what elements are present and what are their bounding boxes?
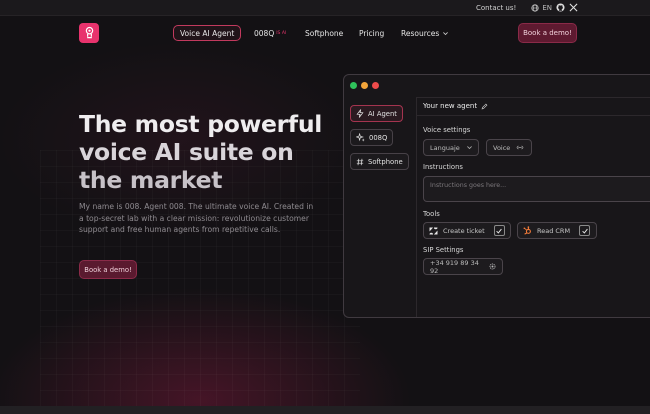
nav-resources[interactable]: Resources <box>401 25 449 41</box>
hero-title-line: voice AI suite on <box>79 138 294 166</box>
settings-icon <box>489 263 496 270</box>
x-icon[interactable] <box>569 3 578 12</box>
globe-icon <box>530 3 539 12</box>
chevron-down-icon <box>442 30 449 37</box>
contact-link[interactable]: Contact us! <box>476 4 516 12</box>
tool-label: Create ticket <box>443 226 485 235</box>
tool-read-crm[interactable]: Read CRM <box>517 222 597 239</box>
language-select-value: Languaje <box>430 143 460 152</box>
hero-title-line: the market <box>79 166 223 194</box>
nav-008q[interactable]: 008Q IS AI <box>254 25 286 41</box>
brand-logo[interactable] <box>79 23 99 43</box>
sip-settings-label: SIP Settings <box>423 246 464 254</box>
app-window: AI Agent 008Q Softphone Your new agent V… <box>343 74 650 318</box>
nav-softphone[interactable]: Softphone <box>305 25 343 41</box>
tool-checkbox[interactable] <box>579 225 591 236</box>
chevron-down-icon <box>466 144 473 151</box>
lightning-icon <box>356 109 364 118</box>
tool-checkbox[interactable] <box>493 225 505 236</box>
nav-label: Voice AI Agent <box>180 28 235 38</box>
voice-select[interactable]: Voice <box>486 139 532 156</box>
agent-title-label: Your new agent <box>423 102 478 110</box>
hero-subtitle: My name is 008. Agent 008. The ultimate … <box>79 202 314 235</box>
sidebar-item-softphone[interactable]: Softphone <box>350 153 409 170</box>
nav-badge: IS AI <box>276 30 287 36</box>
bottom-strip <box>0 406 650 414</box>
github-icon[interactable] <box>556 3 565 12</box>
agent-name[interactable]: Your new agent <box>423 102 488 110</box>
divider <box>417 115 650 116</box>
nav-book-demo-button[interactable]: Book a demo! <box>518 23 577 43</box>
top-bar: Contact us! EN <box>0 0 650 16</box>
tool-create-ticket[interactable]: Create ticket <box>423 222 511 239</box>
app-sidebar: AI Agent 008Q Softphone <box>344 95 414 317</box>
sip-number-value: +34 919 89 34 92 <box>430 258 479 275</box>
sidebar-item-008q[interactable]: 008Q <box>350 129 394 146</box>
tools-label: Tools <box>423 210 440 218</box>
main-nav: Voice AI Agent 008Q IS AI Softphone Pric… <box>0 16 650 50</box>
nav-pricing[interactable]: Pricing <box>359 25 384 41</box>
hero-title-line: The most powerful <box>79 110 323 138</box>
nav-label: Pricing <box>359 28 385 38</box>
instructions-input[interactable]: Instructions goes here... <box>423 176 650 202</box>
sidebar-item-label: AI Agent <box>368 109 397 118</box>
landing-page: Contact us! EN Voice AI Agent 008Q IS AI… <box>0 0 650 414</box>
window-dot-green <box>350 81 357 89</box>
hero-book-demo-button[interactable]: Book a demo! <box>79 260 137 279</box>
instructions-placeholder: Instructions goes here... <box>430 182 507 189</box>
window-dot-red <box>372 81 379 89</box>
nav-label: Resources <box>401 28 440 38</box>
hubspot-icon <box>523 226 532 235</box>
hash-icon <box>356 158 364 166</box>
sparkle-icon <box>356 133 365 142</box>
window-dot-yellow <box>361 81 368 89</box>
voice-select-value: Voice <box>493 143 511 152</box>
play-voice-icon <box>516 144 524 151</box>
language-label: EN <box>542 3 552 12</box>
sidebar-item-ai-agent[interactable]: AI Agent <box>350 105 403 122</box>
agent-config-panel: Your new agent Voice settings Languaje V… <box>416 97 650 317</box>
zendesk-icon <box>429 226 438 235</box>
pencil-icon[interactable] <box>481 103 488 110</box>
nav-label: Softphone <box>305 28 344 38</box>
window-titlebar <box>344 75 650 95</box>
nav-voice-ai-agent[interactable]: Voice AI Agent <box>173 25 242 41</box>
voice-settings-label: Voice settings <box>423 126 471 134</box>
sidebar-item-label: Softphone <box>368 157 403 166</box>
sidebar-item-label: 008Q <box>369 133 388 142</box>
tool-label: Read CRM <box>537 226 571 235</box>
hero-title: The most powerful voice AI suite on the … <box>79 110 339 194</box>
language-select[interactable]: Languaje <box>423 139 479 156</box>
sip-number-field[interactable]: +34 919 89 34 92 <box>423 258 503 275</box>
instructions-label: Instructions <box>423 163 463 171</box>
nav-label: 008Q <box>254 28 275 38</box>
